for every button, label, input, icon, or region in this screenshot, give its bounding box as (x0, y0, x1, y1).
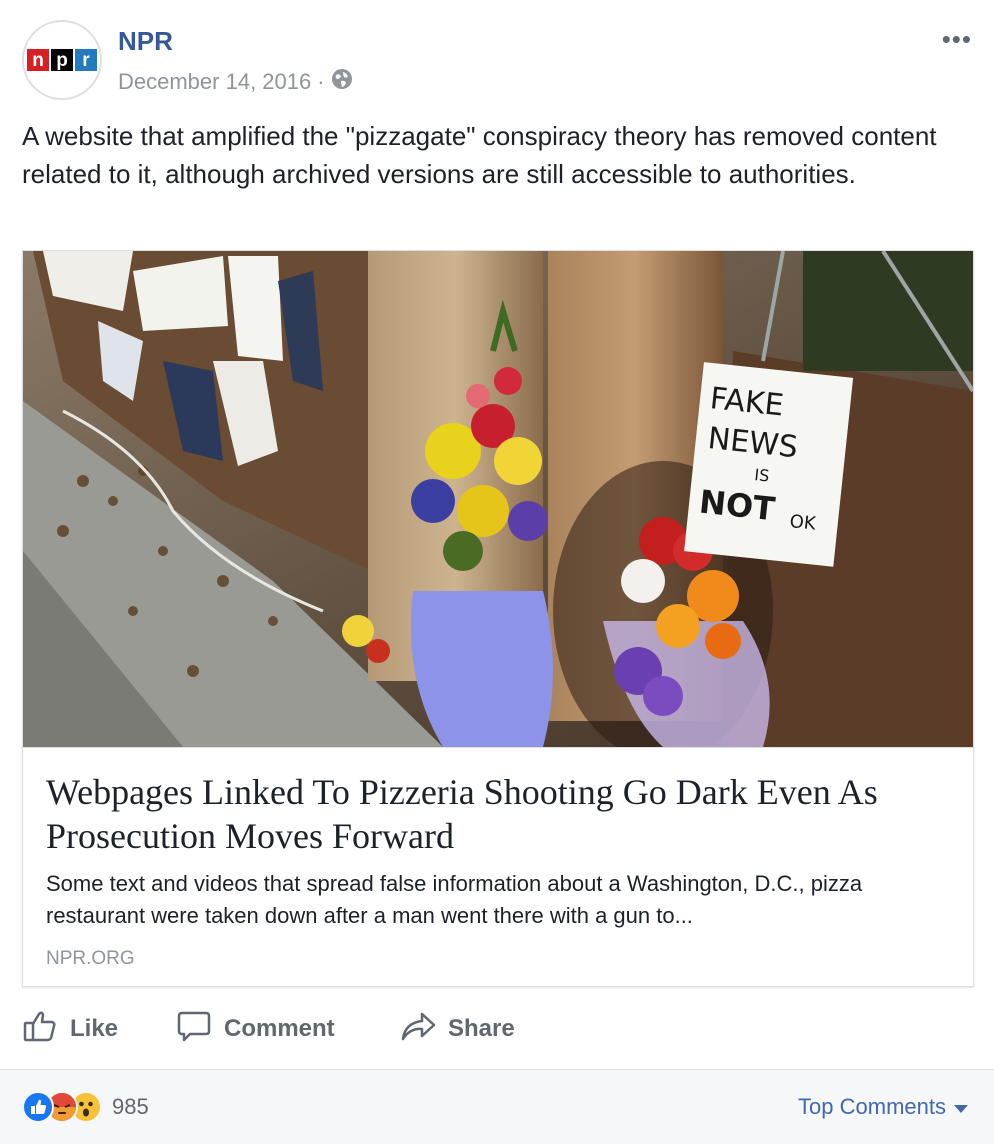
link-card-body[interactable]: Webpages Linked To Pizzeria Shooting Go … (23, 747, 973, 987)
thumbs-up-icon (22, 1008, 70, 1051)
meta-separator: · (317, 69, 325, 94)
comment-icon (176, 1008, 224, 1051)
share-label: Share (448, 1015, 515, 1042)
share-arrow-icon (400, 1008, 448, 1051)
sign-line-4: NOT (697, 483, 777, 529)
logo-letter-p: p (51, 49, 73, 71)
action-bar: Like Comment Share (22, 1006, 972, 1052)
reaction-summary[interactable]: 985 (22, 1091, 149, 1123)
comment-button[interactable]: Comment (176, 1006, 400, 1052)
logo-letter-n: n (27, 49, 49, 71)
like-label: Like (70, 1015, 119, 1042)
post-header: n p r NPR December 14, 2016 · ••• (22, 20, 972, 100)
reaction-count[interactable]: 985 (112, 1094, 149, 1120)
globe-icon[interactable] (331, 68, 353, 96)
logo-letter-r: r (75, 49, 97, 71)
article-domain: NPR.ORG (46, 948, 135, 969)
caret-down-icon (954, 1094, 968, 1120)
article-title[interactable]: Webpages Linked To Pizzeria Shooting Go … (46, 770, 956, 858)
like-button[interactable]: Like (22, 1006, 176, 1052)
comment-label: Comment (224, 1015, 335, 1042)
article-photo[interactable]: FAKE NEWS IS NOT OK (23, 251, 973, 747)
link-preview-card[interactable]: FAKE NEWS IS NOT OK Webpages Linked To P… (22, 250, 974, 987)
post-date-link[interactable]: December 14, 2016 (118, 69, 311, 95)
post-meta: December 14, 2016 · (118, 68, 353, 96)
sign-line-3: IS (753, 465, 770, 485)
article-description: Some text and videos that spread false i… (46, 871, 863, 928)
page-name-link[interactable]: NPR (118, 26, 173, 57)
sign-line-5: OK (789, 511, 818, 535)
reactions-footer: 985 Top Comments (0, 1069, 994, 1144)
more-options-button[interactable]: ••• (942, 26, 972, 52)
post-text: A website that amplified the "pizzagate"… (22, 121, 937, 189)
comment-sort-label: Top Comments (798, 1094, 946, 1119)
like-reaction-icon (22, 1091, 54, 1123)
share-button[interactable]: Share (400, 1006, 600, 1052)
comment-sort-dropdown[interactable]: Top Comments (798, 1094, 968, 1120)
npr-avatar[interactable]: n p r (22, 20, 102, 100)
